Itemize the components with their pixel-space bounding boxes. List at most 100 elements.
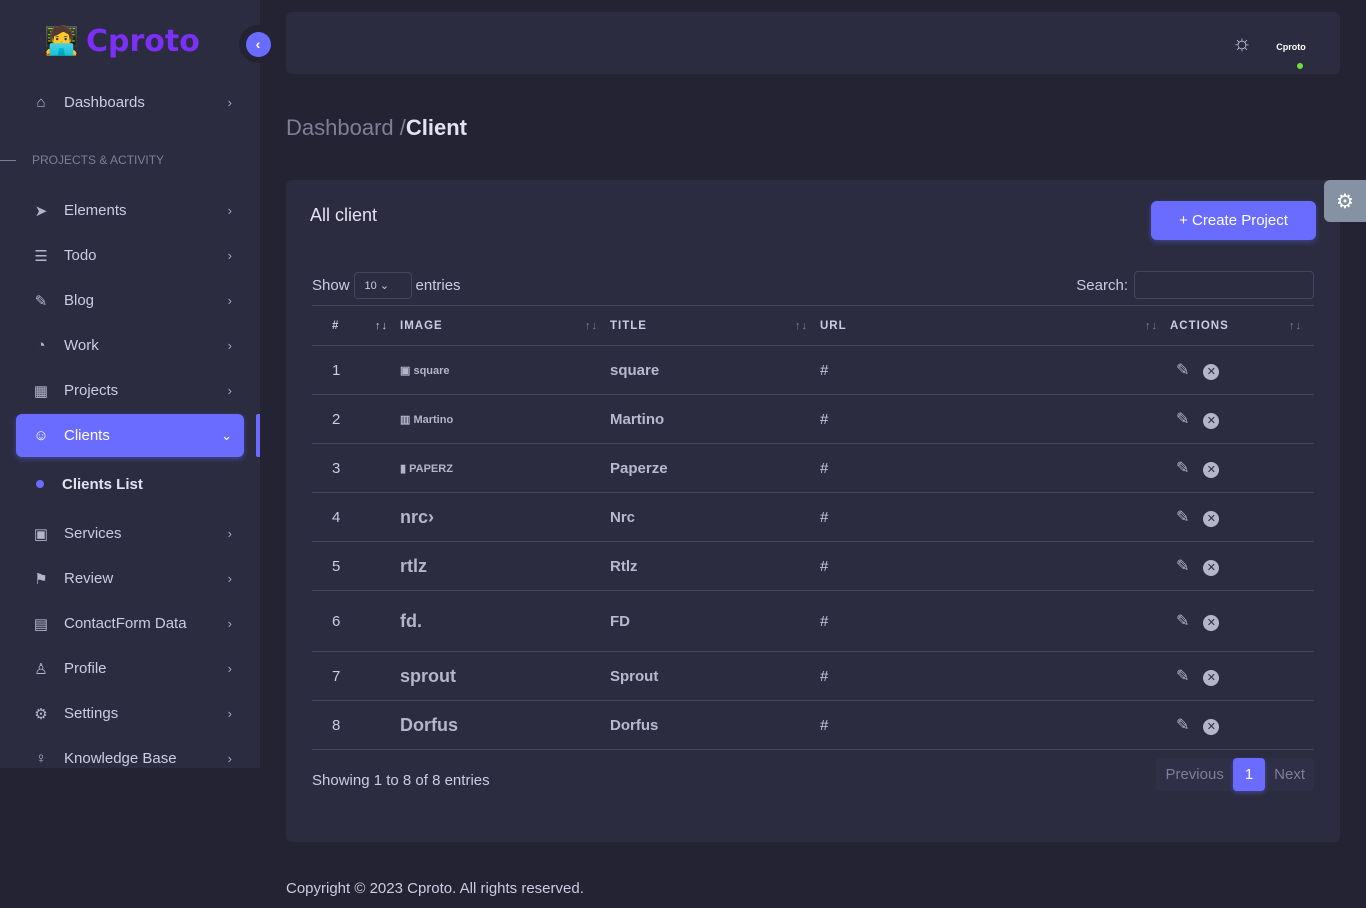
chevron-right-icon: › xyxy=(227,571,232,586)
sort-icon: ↑↓ xyxy=(585,319,598,332)
sidebar-item-settings[interactable]: ⚙ Settings › xyxy=(16,692,244,735)
edit-pencil-icon[interactable]: ✎ xyxy=(1176,613,1189,630)
sidebar-item-review[interactable]: ⚑ Review › xyxy=(16,557,244,600)
delete-x-icon[interactable]: ✕ xyxy=(1203,719,1220,735)
sidebar-item-projects[interactable]: ▦ Projects › xyxy=(16,369,244,412)
edit-pencil-icon[interactable]: ✎ xyxy=(1176,558,1189,575)
row-number: 7 xyxy=(312,651,400,701)
delete-x-icon[interactable]: ✕ xyxy=(1203,413,1220,429)
sidebar-item-label: Dashboards xyxy=(64,94,145,111)
send-icon: ➤ xyxy=(34,202,48,220)
delete-x-icon[interactable]: ✕ xyxy=(1203,462,1220,478)
delete-x-icon[interactable]: ✕ xyxy=(1203,560,1220,576)
client-title: Dorfus xyxy=(610,700,820,750)
theme-toggle-sun-icon[interactable]: ☼ xyxy=(1232,30,1252,56)
table-row: 1 ▣ square square # ✎ ✕ xyxy=(312,345,1314,395)
row-number: 1 xyxy=(312,345,400,395)
delete-x-icon[interactable]: ✕ xyxy=(1203,511,1220,527)
client-url[interactable]: # xyxy=(820,345,1170,395)
sidebar-item-label: Todo xyxy=(64,247,97,264)
client-url[interactable]: # xyxy=(820,492,1170,542)
page-1-button[interactable]: 1 xyxy=(1232,758,1266,791)
footer-copyright: Copyright © 2023 Cproto. All rights rese… xyxy=(286,880,584,897)
client-title: Rtlz xyxy=(610,541,820,591)
section-header: PROJECTS & ACTIVITY xyxy=(32,153,165,167)
brand-name: Cproto xyxy=(86,23,200,59)
clients-card: All client + Create Project Show 10 ⌄ en… xyxy=(286,180,1340,842)
search-input[interactable] xyxy=(1134,271,1314,299)
sidebar-item-label: ContactForm Data xyxy=(64,615,187,632)
sidebar-item-label: Settings xyxy=(64,705,119,722)
card-title: All client xyxy=(310,205,378,225)
client-url[interactable]: # xyxy=(820,590,1170,652)
sidebar-item-knowledge-base[interactable]: ♀ Knowledge Base › xyxy=(16,737,244,780)
home-icon: ⌂ xyxy=(36,94,46,111)
create-project-button[interactable]: + Create Project xyxy=(1151,201,1316,240)
edit-pencil-icon[interactable]: ✎ xyxy=(1176,362,1189,379)
sidebar-item-blog[interactable]: ✎ Blog › xyxy=(16,279,244,322)
sidebar-item-label: Review xyxy=(64,570,114,587)
entries-select[interactable]: 10 ⌄ xyxy=(353,272,412,299)
breadcrumb-current: Client xyxy=(405,115,467,140)
col-label: TITLE xyxy=(610,319,647,332)
sidebar-item-dashboards[interactable]: ⌂ Dashboards › xyxy=(16,81,244,124)
col-image[interactable]: IMAGE ↑↓ xyxy=(400,305,610,346)
chevron-right-icon: › xyxy=(227,661,232,676)
sidebar-item-contactform-data[interactable]: ▤ ContactForm Data › xyxy=(16,602,244,645)
customizer-gear-icon[interactable]: ⚙ xyxy=(1324,180,1366,222)
client-title: Nrc xyxy=(610,492,820,542)
delete-x-icon[interactable]: ✕ xyxy=(1203,670,1220,686)
sidebar-item-clients[interactable]: ☺ Clients ⌄ xyxy=(16,414,244,457)
client-logo: nrc› xyxy=(400,492,610,542)
sidebar-subitem-clients-list[interactable]: Clients List xyxy=(16,470,244,498)
chevron-right-icon: › xyxy=(227,248,232,263)
client-url[interactable]: # xyxy=(820,700,1170,750)
table-info: Showing 1 to 8 of 8 entries xyxy=(312,772,490,789)
next-button[interactable]: Next xyxy=(1265,758,1314,791)
sidebar-item-todo[interactable]: ☰ Todo › xyxy=(16,234,244,277)
client-logo: Dorfus xyxy=(400,700,610,750)
sidebar-item-label: Clients xyxy=(64,427,110,444)
previous-button[interactable]: Previous xyxy=(1156,758,1232,791)
client-logo: ▮ PAPERZ xyxy=(400,443,610,493)
edit-pencil-icon[interactable]: ✎ xyxy=(1176,509,1189,526)
avatar-label: Cproto xyxy=(1276,42,1306,52)
user-avatar[interactable]: Cproto xyxy=(1274,30,1308,70)
table-row: 7 sprout Sprout # ✎ ✕ xyxy=(312,651,1314,701)
developer-avatar-icon: 🧑‍💻 xyxy=(44,25,79,56)
table-row: 5 rtlz Rtlz # ✎ ✕ xyxy=(312,541,1314,591)
col-number[interactable]: # ↑↓ xyxy=(312,305,400,346)
delete-x-icon[interactable]: ✕ xyxy=(1203,364,1220,380)
contact-icon: ☺ xyxy=(33,427,49,444)
col-url[interactable]: URL ↑↓ xyxy=(820,305,1170,346)
client-logo: ▣ square xyxy=(400,345,610,395)
client-url[interactable]: # xyxy=(820,541,1170,591)
sort-icon: ↑↓ xyxy=(1145,319,1158,332)
sidebar-item-label: Knowledge Base xyxy=(64,750,177,767)
collapse-sidebar-button[interactable]: ‹ xyxy=(239,25,277,63)
edit-pencil-icon[interactable]: ✎ xyxy=(1176,411,1189,428)
client-url[interactable]: # xyxy=(820,443,1170,493)
sort-icon: ↑↓ xyxy=(795,319,808,332)
sidebar-item-work[interactable]: ◔ Work › xyxy=(16,324,244,367)
client-url[interactable]: # xyxy=(820,651,1170,701)
sidebar-item-label: Blog xyxy=(64,292,95,309)
sidebar-item-services[interactable]: ▣ Services › xyxy=(16,512,244,555)
sidebar-item-elements[interactable]: ➤ Elements › xyxy=(16,189,244,232)
row-number: 3 xyxy=(312,443,400,493)
breadcrumb-parent[interactable]: Dashboard / xyxy=(286,115,406,140)
sidebar-item-profile[interactable]: ♙ Profile › xyxy=(16,647,244,690)
chevron-right-icon: › xyxy=(227,751,232,766)
edit-pencil-icon[interactable]: ✎ xyxy=(1176,460,1189,477)
list-icon: ☰ xyxy=(34,247,48,265)
client-url[interactable]: # xyxy=(820,394,1170,444)
edit-pencil-icon[interactable]: ✎ xyxy=(1176,668,1189,685)
sort-asc-icon: ↑↓ xyxy=(375,319,388,332)
delete-x-icon[interactable]: ✕ xyxy=(1203,615,1220,631)
chevron-left-icon: ‹ xyxy=(245,31,271,57)
brand-logo[interactable]: 🧑‍💻 Cproto xyxy=(44,22,200,60)
col-actions[interactable]: ACTIONS ↑↓ xyxy=(1170,305,1314,346)
edit-pencil-icon[interactable]: ✎ xyxy=(1176,717,1189,734)
col-title[interactable]: TITLE ↑↓ xyxy=(610,305,820,346)
divider xyxy=(0,160,16,161)
